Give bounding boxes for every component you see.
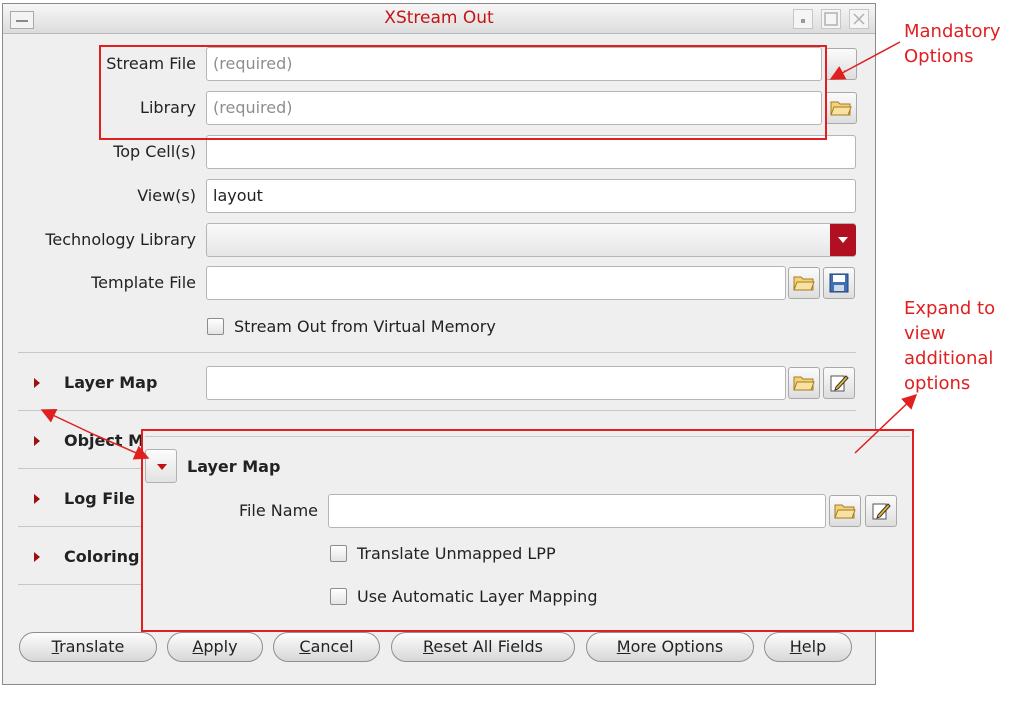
mandatory-annotation: Mandatory Options — [904, 19, 1001, 69]
annotation-line: additional — [904, 348, 994, 369]
annotation-line: options — [904, 373, 971, 394]
triangle-pointer-arrow-down — [94, 434, 150, 460]
annotation-line: Options — [904, 46, 974, 67]
annotation-arrows — [40, 41, 918, 460]
annotation-line: Mandatory — [904, 21, 1001, 42]
mandatory-arrow — [829, 41, 901, 80]
expand-annotation: Expand to view additional options — [904, 296, 995, 396]
triangle-pointer-arrow-up — [40, 408, 96, 436]
annotation-line: Expand to — [904, 298, 996, 319]
annotation-line: view — [904, 323, 946, 344]
expand-arrow — [854, 393, 918, 454]
